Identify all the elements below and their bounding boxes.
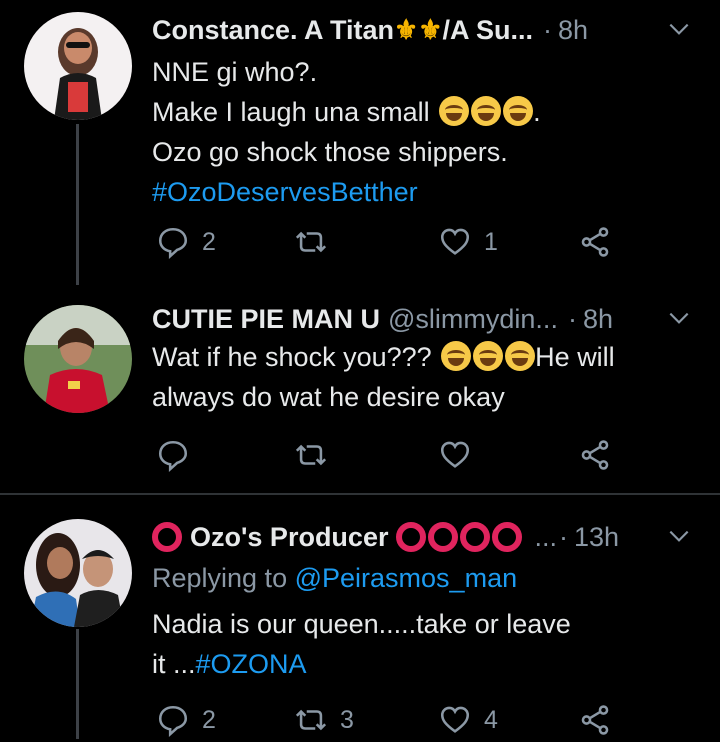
rofl-emoji-icon	[441, 341, 472, 371]
display-name[interactable]: Constance. A Titan	[152, 15, 394, 46]
rofl-emoji-icon	[473, 341, 504, 371]
like-button[interactable]	[438, 433, 484, 477]
reply-count: 2	[202, 705, 216, 734]
tweet-header: Constance. A Titan ⚜⚜ /A Su... · 8h	[152, 10, 692, 50]
reply-icon	[158, 705, 188, 737]
reply-button[interactable]: 2	[156, 220, 216, 264]
laughing-emoji-icon	[471, 96, 502, 126]
reply-button[interactable]	[156, 433, 202, 477]
avatar[interactable]	[24, 12, 132, 120]
like-icon	[440, 441, 470, 468]
like-button[interactable]: 1	[438, 220, 498, 264]
red-circle-icon	[492, 521, 523, 552]
like-count: 1	[484, 227, 498, 256]
truncated-handle: ...	[534, 521, 557, 552]
laughing-emoji-icon	[503, 96, 534, 126]
tweet-line: Ozo go shock those shippers.	[152, 137, 508, 167]
display-name[interactable]: CUTIE PIE MAN U	[152, 304, 380, 335]
trident-emoji-icon: ⚜⚜	[394, 14, 443, 45]
chevron-down-icon[interactable]	[666, 523, 692, 549]
tweet-text: Replying to @Peirasmos_man Nadia is our …	[152, 558, 680, 684]
like-count: 4	[484, 705, 498, 734]
reply-icon	[158, 440, 188, 472]
red-circle-icon	[152, 522, 182, 552]
tweet-2[interactable]: CUTIE PIE MAN U @slimmydin... · 8h Wat i…	[0, 285, 720, 493]
share-button[interactable]	[578, 433, 612, 477]
tweet-header: CUTIE PIE MAN U @slimmydin... · 8h	[152, 299, 692, 339]
red-circle-icon	[428, 521, 459, 552]
rofl-emoji-icon	[505, 341, 536, 371]
tweet-line: Make I laugh una small .	[152, 92, 680, 132]
avatar[interactable]	[24, 305, 132, 413]
share-button[interactable]	[578, 220, 612, 264]
timestamp[interactable]: 8h	[558, 15, 588, 46]
share-icon	[581, 440, 609, 470]
tweet-line-end: .	[533, 97, 541, 127]
action-bar: 2 3 4	[152, 698, 622, 742]
retweet-icon	[295, 444, 327, 466]
red-circle-icon	[460, 521, 491, 552]
hashtag-link[interactable]: #OZONA	[196, 649, 307, 679]
chevron-down-icon[interactable]	[666, 16, 692, 42]
replying-to-label: Replying to	[152, 563, 288, 593]
tweet-line: Nadia is our queen.....take or leave	[152, 609, 571, 639]
share-icon	[581, 705, 609, 735]
tweet-3[interactable]: Ozo's Producer ... · 13h Replying to @Pe…	[0, 495, 720, 739]
display-name[interactable]: Ozo's Producer	[190, 522, 388, 553]
tweet-line: it ...#OZONA	[152, 644, 680, 684]
tweet-1[interactable]: Constance. A Titan ⚜⚜ /A Su... · 8h NNE …	[0, 0, 720, 285]
chevron-down-icon[interactable]	[666, 305, 692, 331]
separator-dot: ·	[558, 521, 568, 552]
like-icon	[440, 228, 470, 255]
separator-dot: ·	[567, 303, 577, 334]
reply-button[interactable]: 2	[156, 698, 216, 742]
timestamp[interactable]: 13h	[574, 522, 619, 553]
tweet-line-text: Make I laugh una small	[152, 97, 430, 127]
user-handle[interactable]: @slimmydin...	[388, 304, 558, 335]
thread-line	[76, 124, 79, 285]
tweet-header: Ozo's Producer ... · 13h	[152, 517, 692, 557]
tweet-line-text: Wat if he shock you???	[152, 342, 432, 372]
like-icon	[440, 706, 470, 733]
red-circles-group	[396, 521, 524, 553]
share-button[interactable]	[578, 698, 612, 742]
like-button[interactable]: 4	[438, 698, 498, 742]
share-icon	[581, 227, 609, 257]
separator-dot: ·	[542, 14, 552, 45]
reply-count: 2	[202, 227, 216, 256]
tweet-line: always do wat he desire okay	[152, 382, 505, 412]
tweet-line-text: it ...	[152, 649, 196, 679]
tweet-line: Wat if he shock you??? He will	[152, 337, 680, 377]
tweet-text: NNE gi who?. Make I laugh una small . Oz…	[152, 52, 680, 212]
thread-line	[76, 629, 79, 739]
display-name-suffix[interactable]: /A Su...	[442, 15, 533, 46]
tweet-line-end: He will	[535, 342, 615, 372]
retweet-count: 3	[340, 705, 354, 734]
avatar[interactable]	[24, 519, 132, 627]
reply-icon	[158, 227, 188, 259]
hashtag-link[interactable]: #OzoDeservesBetther	[152, 172, 680, 212]
replying-to: Replying to @Peirasmos_man	[152, 558, 680, 598]
retweet-button[interactable]: 3	[294, 698, 354, 742]
retweet-button[interactable]	[294, 220, 328, 264]
tweet-line: NNE gi who?.	[152, 57, 318, 87]
retweet-icon	[295, 709, 327, 731]
laughing-emoji-icon	[439, 96, 470, 126]
timestamp[interactable]: 8h	[583, 304, 613, 335]
retweet-icon	[295, 231, 327, 253]
red-circle-icon	[396, 521, 427, 552]
action-bar	[152, 433, 622, 477]
retweet-button[interactable]	[294, 433, 340, 477]
action-bar: 2 1	[152, 220, 622, 264]
mention-link[interactable]: @Peirasmos_man	[295, 563, 518, 593]
tweet-text: Wat if he shock you??? He will always do…	[152, 337, 680, 417]
